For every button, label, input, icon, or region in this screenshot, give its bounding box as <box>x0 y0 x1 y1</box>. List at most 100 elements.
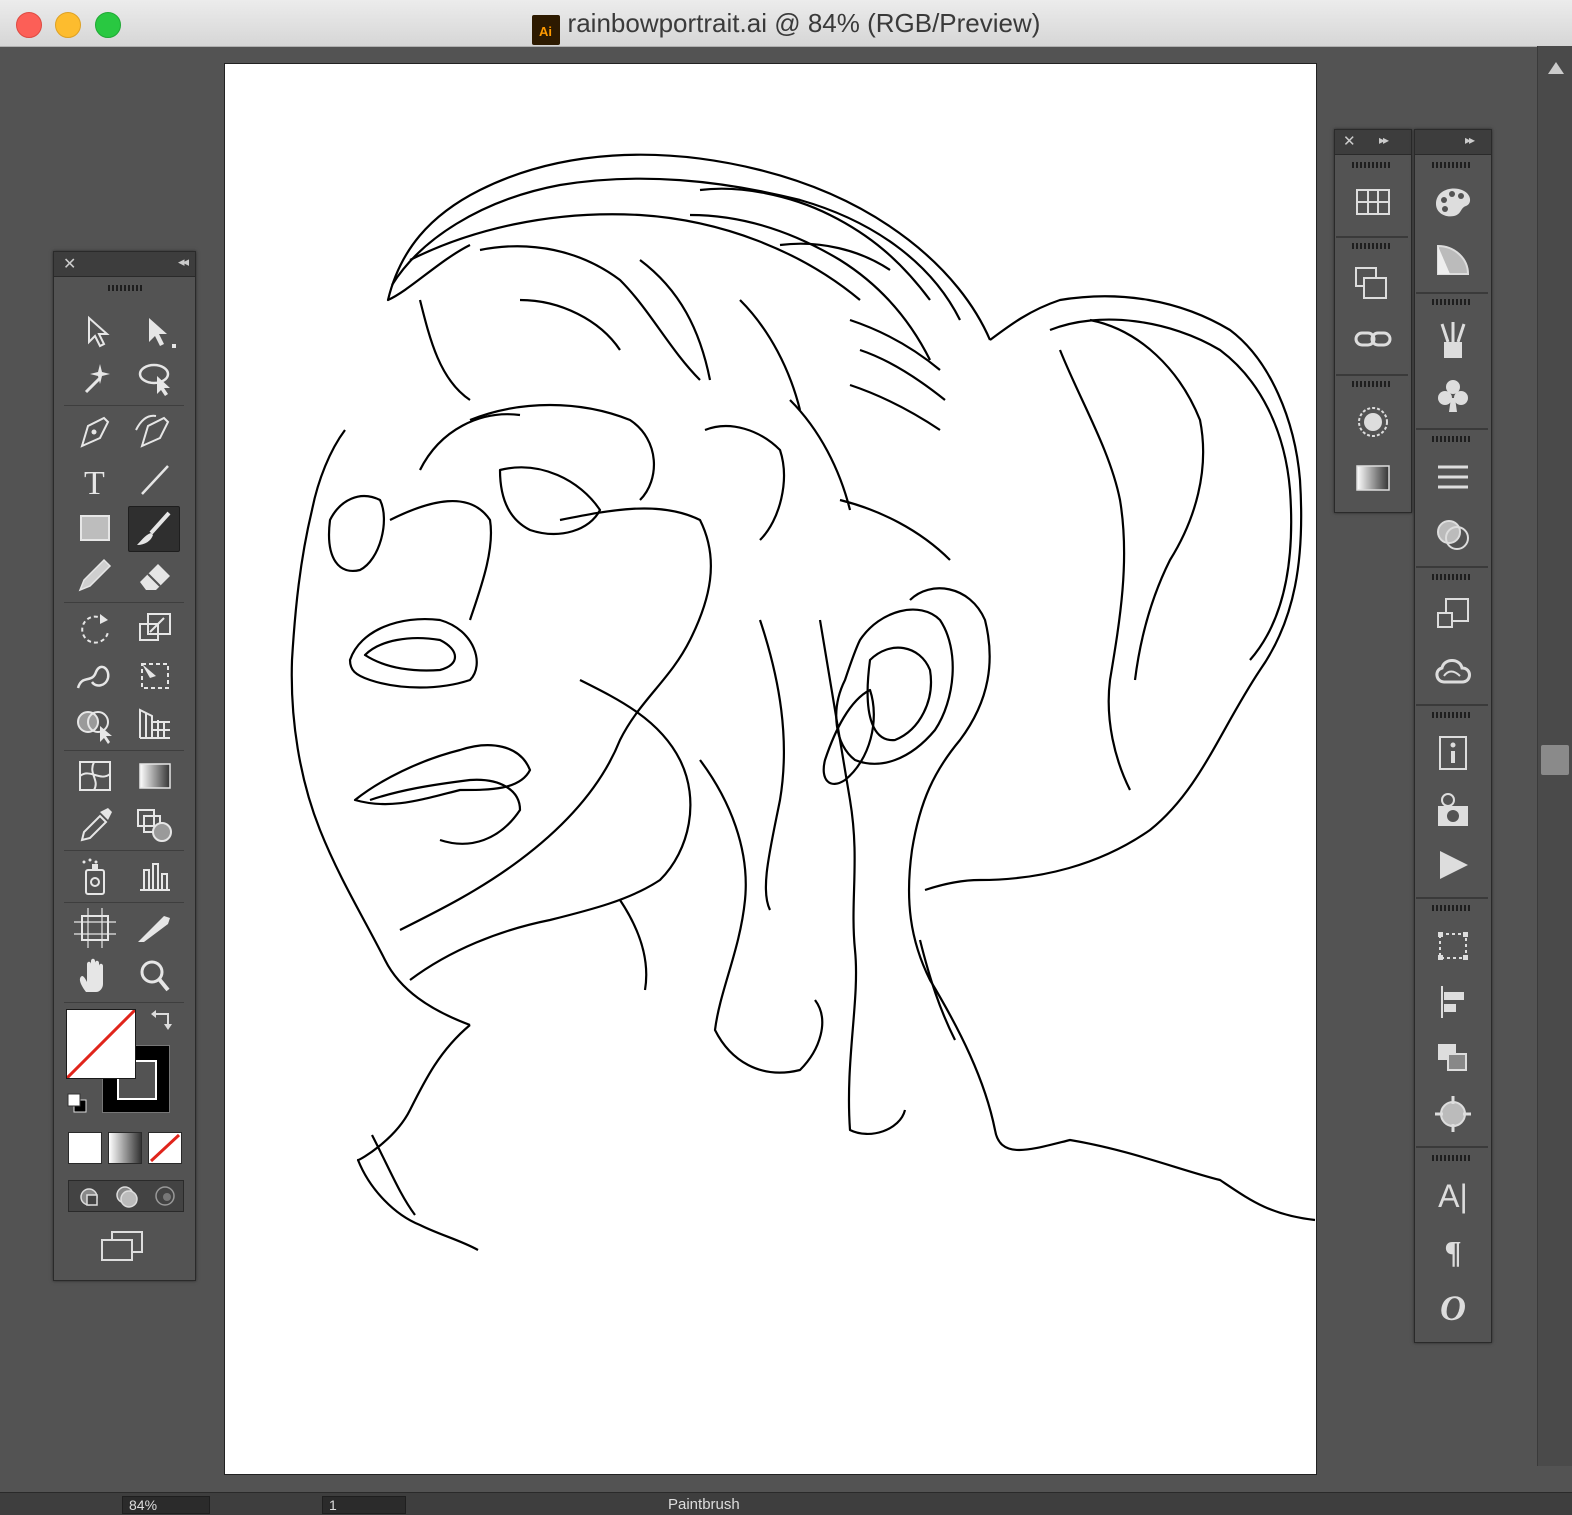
actions-icon[interactable] <box>1430 843 1476 887</box>
type-tool[interactable]: T <box>70 458 120 502</box>
eraser-tool[interactable] <box>130 554 180 598</box>
links-icon[interactable] <box>1350 317 1396 361</box>
warp-icon <box>76 665 110 689</box>
vertical-scroll-thumb[interactable] <box>1541 745 1569 775</box>
swatches-icon[interactable] <box>1350 180 1396 224</box>
gradient-mode-button[interactable] <box>108 1132 142 1164</box>
hand-tool[interactable] <box>70 954 120 998</box>
rectangle-tool[interactable] <box>70 506 120 550</box>
panel-grip[interactable] <box>1432 162 1470 168</box>
separator <box>1416 897 1488 899</box>
column-graph-tool[interactable] <box>130 854 180 898</box>
fill-color-swatch[interactable] <box>66 1009 136 1079</box>
stroke-icon[interactable] <box>1430 455 1476 499</box>
zoom-level-field[interactable]: 84% <box>122 1496 210 1514</box>
paragraph-icon[interactable]: ¶ <box>1430 1230 1476 1274</box>
panel-grip[interactable] <box>1352 243 1390 249</box>
align-icon[interactable] <box>1430 924 1476 968</box>
magic-wand-tool[interactable] <box>70 356 120 400</box>
expand-dock-icon[interactable]: ▸▸ <box>1465 133 1475 147</box>
paintbrush-tool[interactable] <box>128 506 180 552</box>
eyedropper-tool[interactable] <box>70 802 120 846</box>
warp-tool[interactable] <box>70 654 120 698</box>
panel-grip[interactable] <box>1432 299 1470 305</box>
asset-export-icon[interactable] <box>1430 788 1476 832</box>
layers-icon[interactable] <box>1430 1036 1476 1080</box>
separator <box>64 850 184 851</box>
separator <box>1416 704 1488 706</box>
column-graph-icon <box>140 863 170 891</box>
artboard-number-field[interactable]: 1 <box>322 1496 406 1514</box>
appearance-icon[interactable] <box>1350 400 1396 444</box>
collapse-panel-icon[interactable]: ◂◂ <box>178 254 189 270</box>
artboard-icon <box>81 915 109 941</box>
panel-grip[interactable] <box>1352 381 1390 387</box>
color-mode-button[interactable] <box>68 1132 102 1164</box>
mesh-tool[interactable] <box>70 754 120 798</box>
pathfinder-icon[interactable] <box>1430 980 1476 1024</box>
scale-tool[interactable] <box>130 606 180 650</box>
panel-grip[interactable] <box>107 285 142 291</box>
zoom-tool[interactable] <box>130 954 180 998</box>
symbols-icon[interactable] <box>1430 374 1476 418</box>
direct-selection-tool[interactable] <box>130 308 180 352</box>
selection-tool[interactable] <box>70 308 120 352</box>
scroll-up-arrow-icon <box>1548 62 1564 74</box>
spray-can-icon <box>85 869 105 895</box>
draw-normal-icon <box>80 1188 98 1206</box>
panel-grip[interactable] <box>1352 162 1390 168</box>
direct-selection-arrow-icon <box>149 318 167 346</box>
panel-grip[interactable] <box>1432 1155 1470 1161</box>
none-slash-icon <box>67 1010 135 1078</box>
blend-tool[interactable] <box>130 802 180 846</box>
line-segment-tool[interactable] <box>130 458 180 502</box>
expand-dock-icon[interactable]: ▸▸ <box>1379 133 1389 147</box>
panel-grip[interactable] <box>1432 905 1470 911</box>
document-info-icon[interactable] <box>1430 731 1476 775</box>
hair-bun-outline <box>924 295 1303 892</box>
symbol-sprayer-tool[interactable] <box>70 854 120 898</box>
opentype-icon[interactable]: O <box>1430 1286 1476 1330</box>
gradient-icon[interactable] <box>1350 456 1396 500</box>
transform-icon[interactable] <box>1350 262 1396 306</box>
selection-arrow-icon <box>88 315 110 348</box>
separator <box>64 602 184 603</box>
gradient-icon <box>139 763 171 789</box>
lasso-tool[interactable] <box>130 356 180 400</box>
shape-builder-tool[interactable] <box>70 702 120 746</box>
swap-fill-stroke-icon[interactable] <box>150 1006 176 1032</box>
curvature-pen-tool[interactable] <box>130 410 180 454</box>
brushes-icon[interactable] <box>1430 318 1476 362</box>
panel-grip[interactable] <box>1432 574 1470 580</box>
default-fill-stroke-icon[interactable] <box>64 1090 90 1116</box>
panel-grip[interactable] <box>1432 436 1470 442</box>
slice-tool[interactable] <box>130 906 180 950</box>
creative-cloud-libraries-icon[interactable] <box>1430 650 1476 694</box>
close-panel-icon[interactable]: ✕ <box>63 254 76 274</box>
current-tool-label[interactable]: Paintbrush <box>668 1496 740 1513</box>
close-dock-icon[interactable]: ✕ <box>1343 132 1356 150</box>
draw-behind-icon <box>116 1186 138 1208</box>
gradient-tool[interactable] <box>130 754 180 798</box>
rotate-tool[interactable] <box>70 606 120 650</box>
dock-header[interactable]: ✕ ▸▸ <box>1335 130 1411 155</box>
color-icon[interactable] <box>1430 180 1476 224</box>
character-icon[interactable]: A| <box>1430 1174 1476 1218</box>
free-transform-tool[interactable] <box>130 654 180 698</box>
transparency-icon[interactable] <box>1430 512 1476 556</box>
perspective-grid-tool[interactable] <box>130 702 180 746</box>
none-mode-button[interactable] <box>148 1132 182 1164</box>
pencil-tool[interactable] <box>70 554 120 598</box>
screen-mode-icon[interactable] <box>98 1228 146 1264</box>
panel-grip[interactable] <box>1432 712 1470 718</box>
tools-panel-header[interactable]: ✕ ◂◂ <box>54 252 195 277</box>
color-guide-icon[interactable] <box>1430 238 1476 282</box>
eyedropper-icon <box>80 814 108 842</box>
artboard-tool[interactable] <box>70 906 120 950</box>
dock-header[interactable]: ▸▸ <box>1415 130 1491 155</box>
navigator-icon[interactable] <box>1430 1092 1476 1136</box>
sparkle-icon <box>90 364 110 384</box>
artboards-icon[interactable] <box>1430 593 1476 637</box>
pen-tool[interactable] <box>70 410 120 454</box>
separator <box>64 405 184 406</box>
